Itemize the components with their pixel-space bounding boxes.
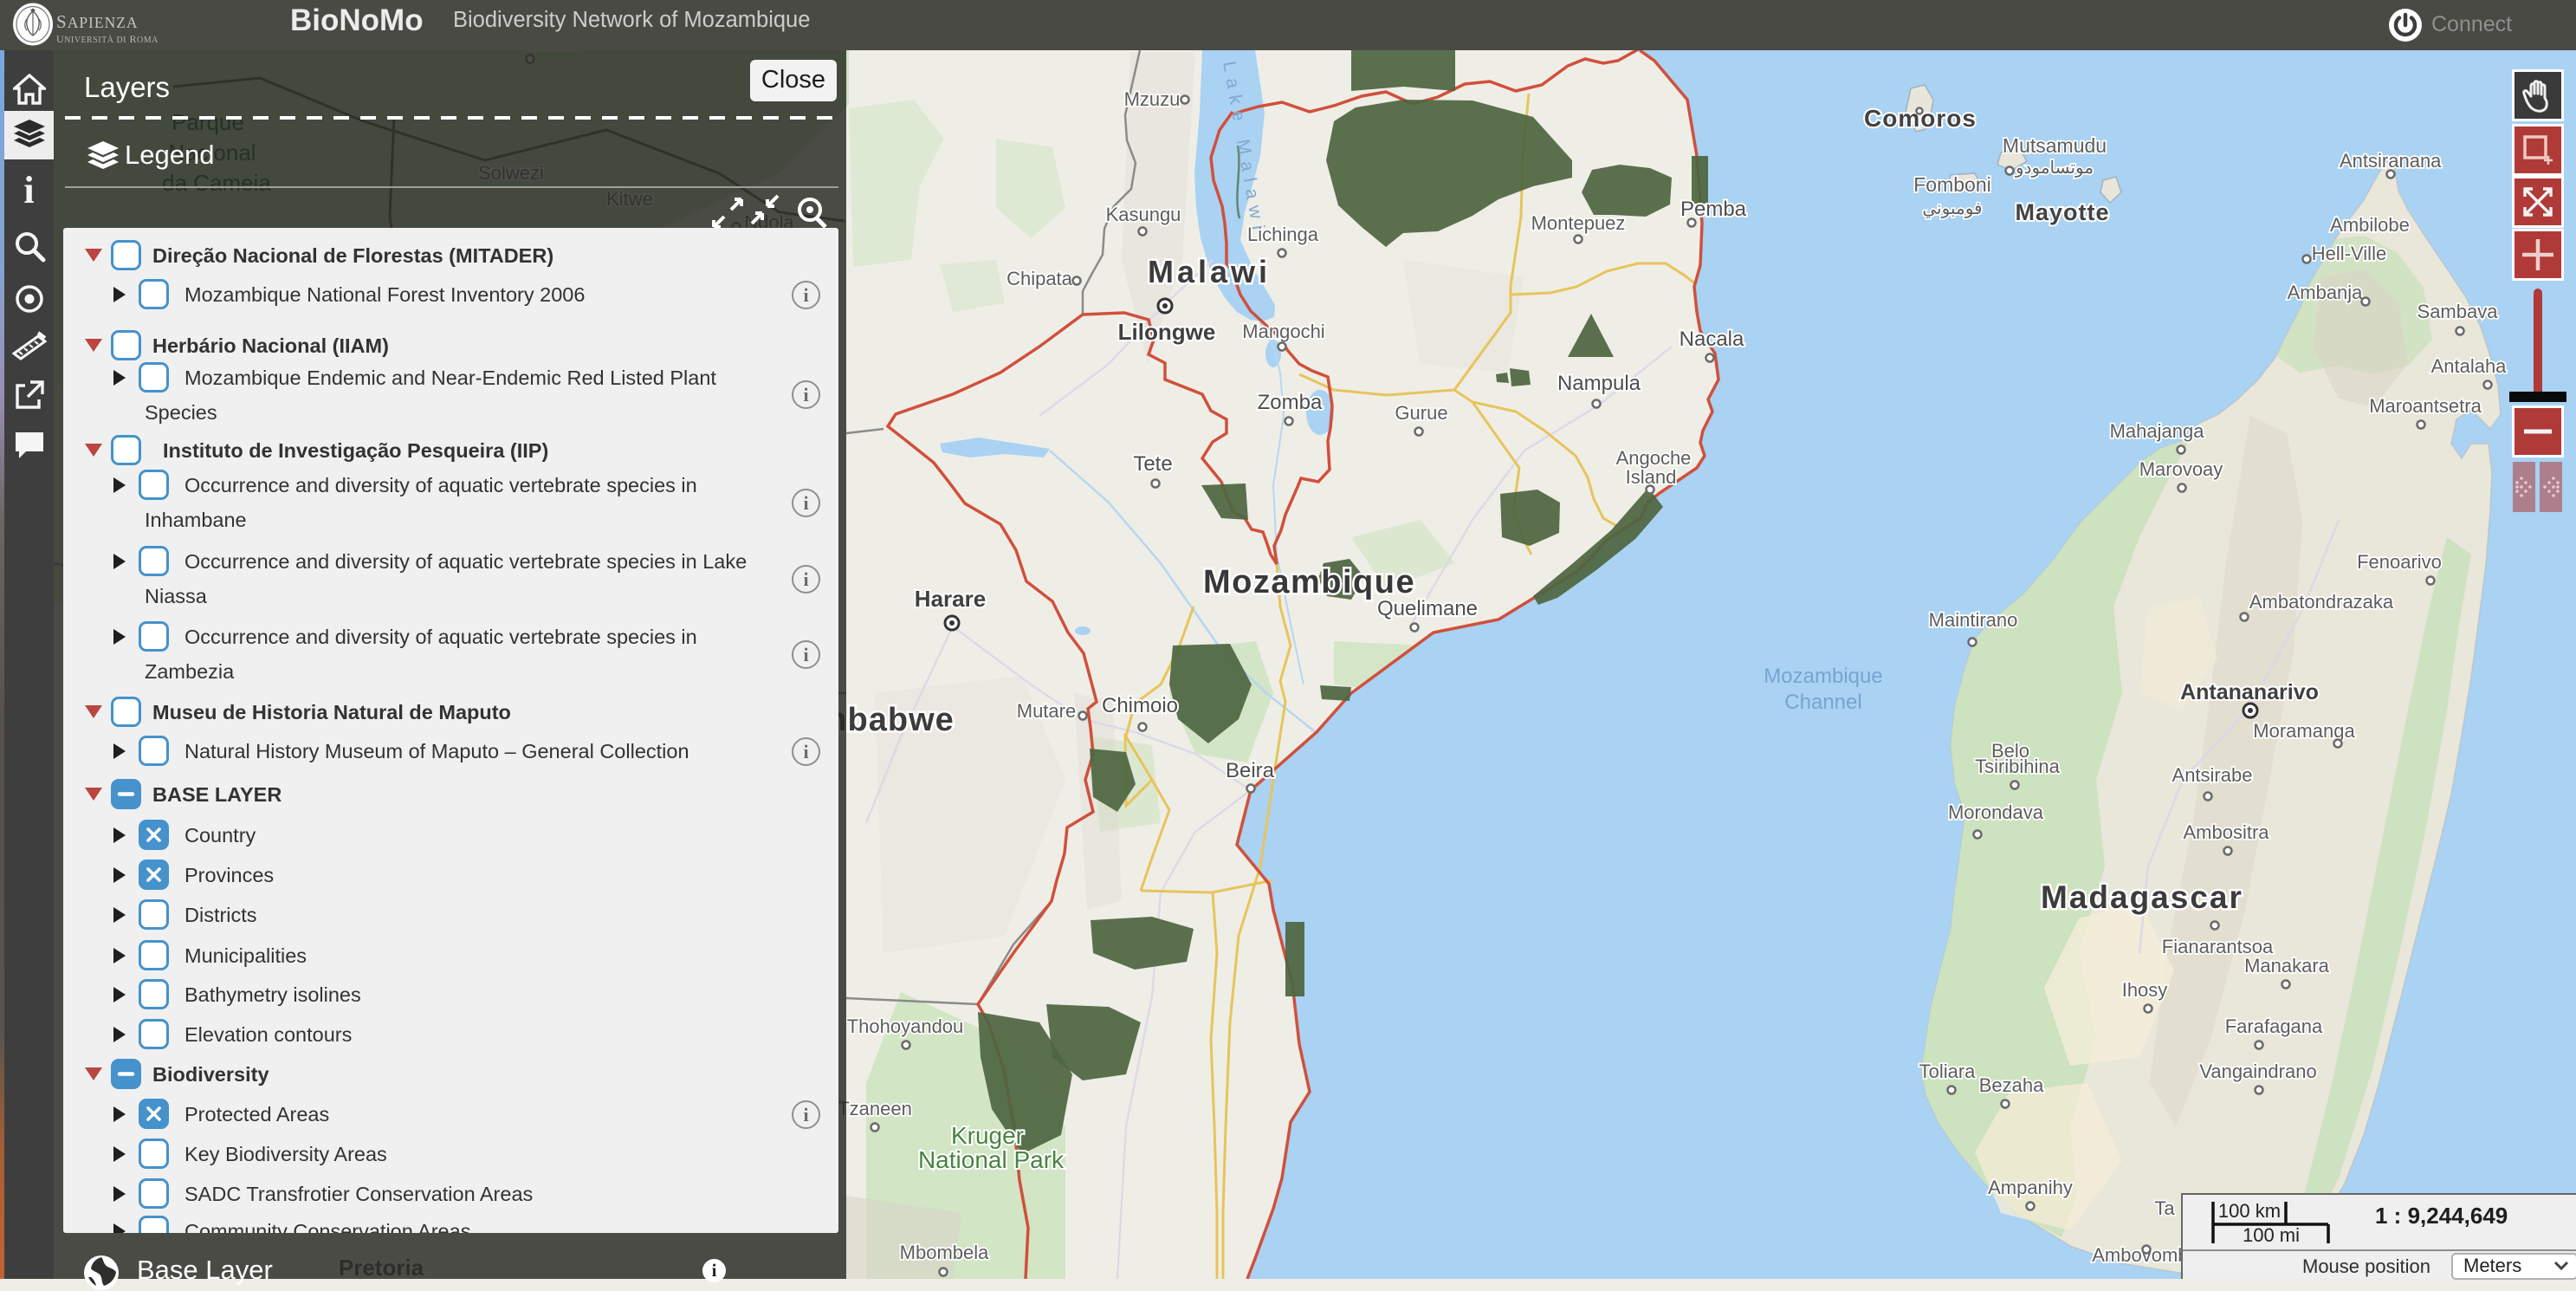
svg-text:Lilongwe: Lilongwe [1118, 319, 1216, 345]
svg-text:Channel: Channel [1784, 691, 1861, 714]
svg-text:Toliara: Toliara [1919, 1061, 1977, 1082]
svg-text:Antsiranana: Antsiranana [2340, 150, 2442, 172]
svg-text:Moramanga: Moramanga [2253, 720, 2355, 742]
svg-text:Chipata: Chipata [1006, 268, 1073, 289]
svg-text:Manakara: Manakara [2244, 955, 2330, 976]
svg-text:Mayotte: Mayotte [2015, 199, 2109, 225]
svg-text:Beira: Beira [1226, 759, 1275, 782]
svg-text:100 mi: 100 mi [2243, 1224, 2300, 1245]
svg-text:Farafagana: Farafagana [2225, 1015, 2323, 1037]
svg-text:Nampula: Nampula [1557, 372, 1641, 395]
svg-text:Tzaneen: Tzaneen [838, 1098, 912, 1119]
svg-text:Ambatondrazaka: Ambatondrazaka [2249, 591, 2394, 613]
svg-text:Antsirabe: Antsirabe [2172, 764, 2253, 786]
svg-text:Mozambique: Mozambique [1203, 564, 1415, 600]
svg-text:Ta: Ta [2154, 1197, 2175, 1219]
svg-text:Hell-Ville: Hell-Ville [2312, 243, 2386, 264]
svg-text:Ambositra: Ambositra [2183, 821, 2269, 843]
svg-text:Harare: Harare [915, 586, 986, 612]
svg-text:Tsiribihina: Tsiribihina [1975, 756, 2061, 777]
svg-text:Mahajanga: Mahajanga [2110, 420, 2205, 442]
svg-text:100 km: 100 km [2218, 1200, 2281, 1222]
svg-text:Madagascar: Madagascar [2041, 879, 2243, 915]
svg-text:Ihosy: Ihosy [2122, 979, 2168, 1001]
svg-text:Maintirano: Maintirano [1929, 609, 2018, 631]
svg-text:Island: Island [1626, 466, 1677, 488]
svg-text:فومبوني: فومبوني [1922, 199, 1982, 218]
svg-text:Tete: Tete [1133, 452, 1172, 476]
svg-text:Sambava: Sambava [2417, 301, 2499, 322]
svg-text:Gurue: Gurue [1395, 402, 1447, 424]
svg-text:National Park: National Park [918, 1146, 1065, 1173]
svg-text:Fenoarivo: Fenoarivo [2357, 551, 2442, 573]
svg-text:Fomboni: Fomboni [1913, 173, 1990, 196]
svg-text:Mutare: Mutare [1017, 700, 1076, 722]
svg-text:Ambanja: Ambanja [2288, 282, 2364, 303]
svg-text:Chimoio: Chimoio [1102, 694, 1178, 717]
svg-text:Bezaha: Bezaha [1979, 1074, 2044, 1096]
svg-text:Thohoyandou: Thohoyandou [847, 1015, 964, 1037]
svg-text:Montepuez: Montepuez [1531, 212, 1626, 234]
svg-text:Quelimane: Quelimane [1377, 597, 1478, 620]
svg-text:Pemba: Pemba [1680, 198, 1747, 221]
svg-text:Vangaindrano: Vangaindrano [2199, 1061, 2316, 1082]
svg-text:Mbombela: Mbombela [900, 1242, 989, 1263]
svg-text:Antananarivo: Antananarivo [2180, 680, 2319, 704]
svg-text:Morondava: Morondava [1948, 801, 2044, 823]
svg-text:Mutsamudu: Mutsamudu [2003, 134, 2107, 157]
svg-text:Zomba: Zomba [1258, 391, 1323, 414]
svg-text:Marovoay: Marovoay [2139, 458, 2223, 480]
svg-text:Mzuzu: Mzuzu [1124, 88, 1181, 110]
svg-text:موتسامودو: موتسامودو [2015, 159, 2094, 178]
svg-text:Ampanihy: Ampanihy [1988, 1177, 2073, 1198]
svg-text:Maroantsetra: Maroantsetra [2369, 395, 2482, 417]
svg-text:Antalaha: Antalaha [2431, 355, 2508, 377]
svg-text:Kruger: Kruger [951, 1122, 1024, 1149]
svg-text:Mozambique: Mozambique [1764, 665, 1882, 688]
svg-text:Malawi: Malawi [1148, 254, 1271, 289]
svg-text:Kasungu: Kasungu [1106, 204, 1181, 225]
svg-text:Nacala: Nacala [1680, 328, 1744, 351]
svg-text:Mangochi: Mangochi [1242, 321, 1324, 342]
svg-text:Ambilobe: Ambilobe [2330, 214, 2410, 236]
